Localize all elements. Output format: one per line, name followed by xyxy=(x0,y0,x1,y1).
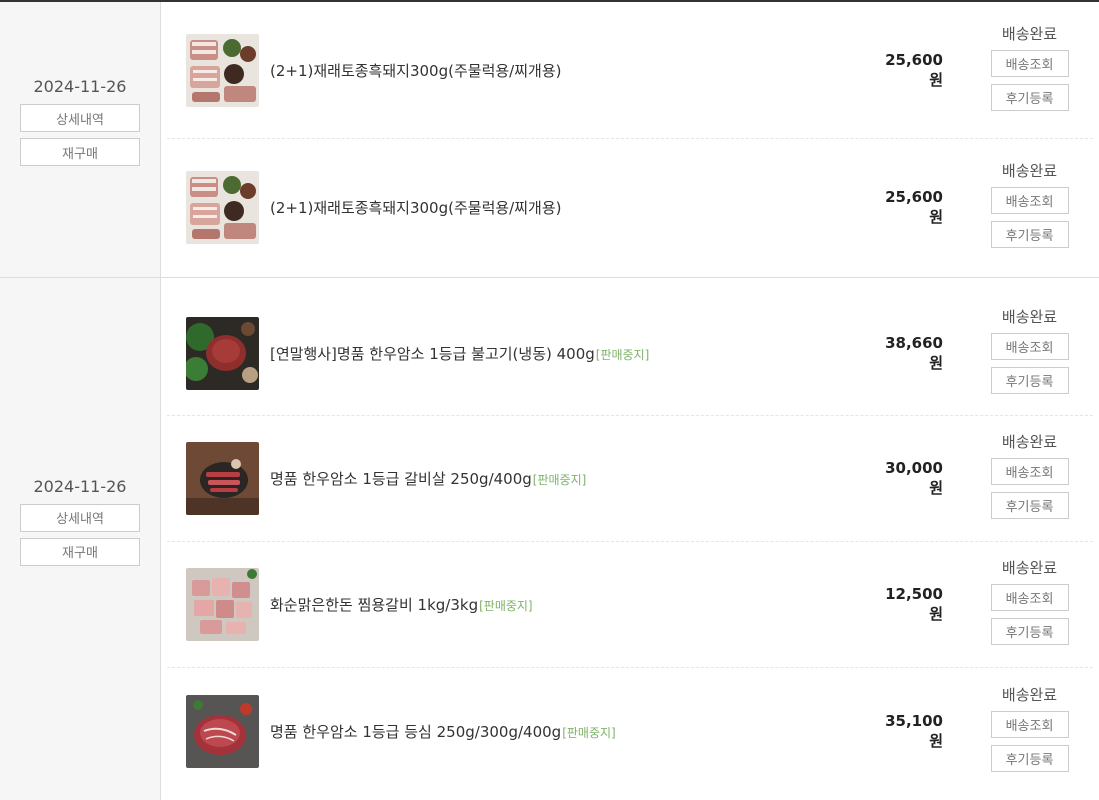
item-status: 배송완료 배송조회 후기등록 xyxy=(990,23,1069,118)
order-item-row: 명품 한우암소 1등급 갈비살 250g/400g[판매중지] 30,000원 … xyxy=(167,416,1093,542)
order-item-row: [연말행사]명품 한우암소 1등급 불고기(냉동) 400g[판매중지] 38,… xyxy=(167,278,1093,416)
delivery-status: 배송완료 xyxy=(1001,685,1058,704)
detail-button[interactable]: 상세내역 xyxy=(20,503,140,532)
track-delivery-button[interactable]: 배송조회 xyxy=(990,49,1069,77)
track-delivery-button[interactable]: 배송조회 xyxy=(990,584,1069,611)
sale-stopped-tag: [판매중지] xyxy=(532,473,587,487)
order-item-row: (2+1)재래토종흑돼지300g(주물럭용/찌개용) 25,600원 배송완료 … xyxy=(167,2,1093,139)
item-price: 30,000원 xyxy=(885,459,943,497)
product-name[interactable]: 명품 한우암소 1등급 갈비살 250g/400g[판매중지] xyxy=(270,468,850,489)
item-price: 25,600원 xyxy=(885,50,943,89)
track-delivery-button[interactable]: 배송조회 xyxy=(990,332,1069,360)
pork-platter-image[interactable] xyxy=(186,171,259,244)
item-status: 배송완료 배송조회 후기등록 xyxy=(990,431,1069,526)
order-list: 2024-11-26 상세내역 재구매 (2+1)재래토종흑돼지300g(주물럭… xyxy=(0,0,1099,800)
product-name[interactable]: 명품 한우암소 1등급 등심 250g/300g/400g[판매중지] xyxy=(270,721,850,742)
product-name[interactable]: (2+1)재래토종흑돼지300g(주물럭용/찌개용) xyxy=(270,197,850,218)
item-status: 배송완료 배송조회 후기등록 xyxy=(990,684,1069,779)
item-status: 배송완료 배송조회 후기등록 xyxy=(990,557,1069,652)
order-date: 2024-11-26 xyxy=(33,77,127,96)
write-review-button[interactable]: 후기등록 xyxy=(990,618,1069,645)
product-name[interactable]: 화순맑은한돈 찜용갈비 1kg/3kg[판매중지] xyxy=(270,594,850,615)
detail-button[interactable]: 상세내역 xyxy=(20,104,140,132)
order-group: 2024-11-26 상세내역 재구매 [연말행사]명품 한우암소 1등급 불고… xyxy=(0,278,1099,800)
order-side-panel: 2024-11-26 상세내역 재구매 xyxy=(0,2,161,277)
track-delivery-button[interactable]: 배송조회 xyxy=(990,187,1069,214)
order-side-panel: 2024-11-26 상세내역 재구매 xyxy=(0,278,161,800)
pork-platter-image[interactable] xyxy=(186,33,259,107)
sale-stopped-tag: [판매중지] xyxy=(562,725,616,740)
delivery-status: 배송완료 xyxy=(1001,24,1058,43)
delivery-status: 배송완료 xyxy=(1001,307,1058,326)
write-review-button[interactable]: 후기등록 xyxy=(990,744,1069,772)
write-review-button[interactable]: 후기등록 xyxy=(990,221,1069,248)
write-review-button[interactable]: 후기등록 xyxy=(990,492,1069,519)
order-item-row: 화순맑은한돈 찜용갈비 1kg/3kg[판매중지] 12,500원 배송완료 배… xyxy=(167,542,1093,668)
galbisal-image[interactable] xyxy=(186,442,259,515)
track-delivery-button[interactable]: 배송조회 xyxy=(990,458,1069,485)
write-review-button[interactable]: 후기등록 xyxy=(990,83,1069,111)
sirloin-image[interactable] xyxy=(186,694,259,768)
order-items: (2+1)재래토종흑돼지300g(주물럭용/찌개용) 25,600원 배송완료 … xyxy=(161,2,1099,277)
bulgogi-image[interactable] xyxy=(186,316,259,390)
track-delivery-button[interactable]: 배송조회 xyxy=(990,710,1069,738)
order-group: 2024-11-26 상세내역 재구매 (2+1)재래토종흑돼지300g(주물럭… xyxy=(0,2,1099,278)
reorder-button[interactable]: 재구매 xyxy=(20,537,140,566)
reorder-button[interactable]: 재구매 xyxy=(20,138,140,166)
sale-stopped-tag: [판매중지] xyxy=(595,347,650,362)
delivery-status: 배송완료 xyxy=(1001,433,1058,451)
sale-stopped-tag: [판매중지] xyxy=(479,599,533,613)
item-status: 배송완료 배송조회 후기등록 xyxy=(990,306,1069,401)
product-name[interactable]: [연말행사]명품 한우암소 1등급 불고기(냉동) 400g[판매중지] xyxy=(270,343,850,364)
order-items: [연말행사]명품 한우암소 1등급 불고기(냉동) 400g[판매중지] 38,… xyxy=(161,278,1099,800)
write-review-button[interactable]: 후기등록 xyxy=(990,366,1069,394)
item-price: 38,660원 xyxy=(885,333,943,372)
item-status: 배송완료 배송조회 후기등록 xyxy=(990,160,1069,255)
order-item-row: (2+1)재래토종흑돼지300g(주물럭용/찌개용) 25,600원 배송완료 … xyxy=(167,139,1093,276)
order-item-row: 명품 한우암소 1등급 등심 250g/300g/400g[판매중지] 35,1… xyxy=(167,668,1093,794)
item-price: 25,600원 xyxy=(885,188,943,226)
order-date: 2024-11-26 xyxy=(33,476,127,496)
pork-ribs-image[interactable] xyxy=(186,568,259,641)
delivery-status: 배송완료 xyxy=(1001,559,1058,577)
delivery-status: 배송완료 xyxy=(1001,162,1058,180)
item-price: 12,500원 xyxy=(885,585,943,623)
product-name[interactable]: (2+1)재래토종흑돼지300g(주물럭용/찌개용) xyxy=(270,60,850,81)
item-price: 35,100원 xyxy=(885,711,943,750)
